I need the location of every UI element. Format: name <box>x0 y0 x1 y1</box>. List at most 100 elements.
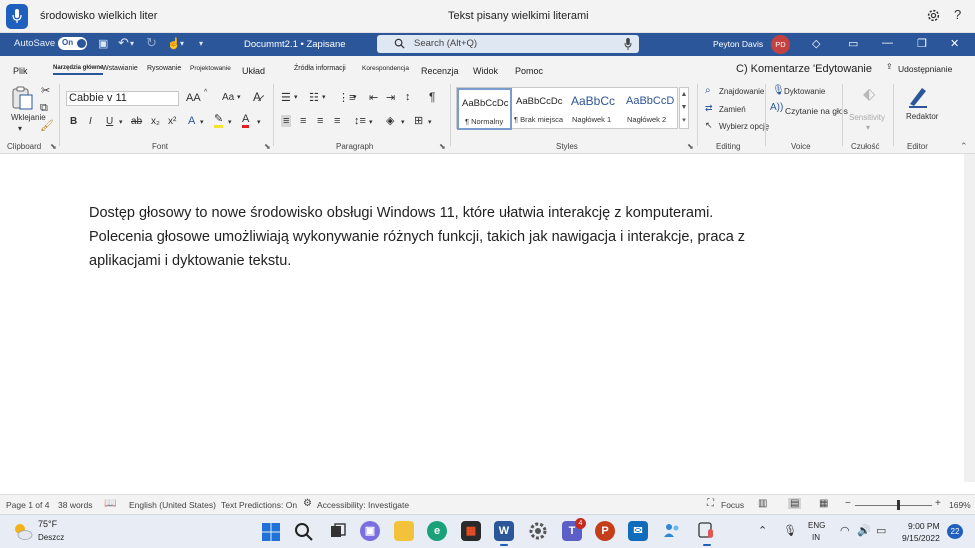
teams-chat-icon[interactable]: ▣ <box>360 521 380 541</box>
grow-font-button[interactable]: AA <box>186 92 201 104</box>
save-icon[interactable]: ▣ <box>98 37 108 50</box>
tab-rysowanie[interactable]: Rysowanie <box>147 65 181 72</box>
battery-icon[interactable]: ▭ <box>876 524 886 537</box>
language-indicator-line1[interactable]: ENG <box>808 521 825 530</box>
styles-scroll[interactable]: ▲ ▼ ▾ <box>679 87 689 129</box>
share-button[interactable]: Udostępnianie <box>898 64 952 74</box>
word-count[interactable]: 38 words <box>58 500 93 510</box>
store-icon[interactable]: ▦ <box>461 521 481 541</box>
format-painter-icon[interactable]: 🖌 <box>40 119 54 132</box>
align-left-icon[interactable]: ≡ <box>281 115 292 127</box>
bullets-dropdown-icon[interactable]: ▾ <box>294 93 298 101</box>
styles-down-icon[interactable]: ▼ <box>680 101 688 114</box>
shading-icon[interactable]: ◈ <box>386 114 394 127</box>
tab-projektowanie[interactable]: Projektowanie <box>190 65 231 72</box>
wifi-icon[interactable]: ◠ <box>840 524 850 537</box>
document-paragraph[interactable]: Dostęp głosowy to nowe środowisko obsług… <box>89 201 779 273</box>
accessibility-icon[interactable]: ⚙ <box>303 498 312 509</box>
language-indicator-line2[interactable]: IN <box>812 533 820 542</box>
notification-count-badge[interactable]: 22 <box>947 524 963 539</box>
clock-time[interactable]: 9:00 PM <box>908 521 940 531</box>
editor-button[interactable]: Redaktor <box>906 112 938 121</box>
restore-icon[interactable]: ❐ <box>917 37 927 50</box>
windows-start-icon[interactable] <box>261 522 281 542</box>
tab-recenzja[interactable]: Recenzja <box>421 66 459 76</box>
sort-icon[interactable]: ↕ <box>405 91 411 103</box>
autosave-toggle[interactable]: On <box>58 37 87 50</box>
text-effects-dropdown-icon[interactable]: ▾ <box>200 118 204 126</box>
file-explorer-icon[interactable] <box>394 521 414 541</box>
style-no-spacing[interactable]: AaBbCcDc ¶ Brak miejsca <box>513 88 568 130</box>
voice-access-app-icon[interactable] <box>697 521 717 546</box>
user-avatar[interactable]: PD <box>771 35 790 54</box>
document-canvas[interactable]: Dostęp głosowy to nowe środowisko obsług… <box>0 154 964 482</box>
styles-up-icon[interactable]: ▲ <box>680 88 688 101</box>
proofing-icon[interactable]: 📖 <box>104 498 116 509</box>
focus-button[interactable]: Focus <box>721 500 744 510</box>
touch-mode-icon[interactable]: ☝ <box>167 37 181 50</box>
people-icon[interactable] <box>662 521 682 541</box>
tab-zrodla-informacji[interactable]: Źródła informacji <box>294 65 346 72</box>
style-heading-2[interactable]: AaBbCcD Nagłówek 2 <box>624 88 679 130</box>
numbering-dropdown-icon[interactable]: ▾ <box>322 93 326 101</box>
redo-icon[interactable]: ↻ <box>146 35 157 51</box>
weather-sun-cloud-icon[interactable] <box>12 521 34 541</box>
focus-icon[interactable]: ⛶ <box>707 498 714 509</box>
line-spacing-icon[interactable]: ↕≡ <box>354 115 366 127</box>
show-hidden-icons-icon[interactable]: ⌃ <box>758 524 767 537</box>
style-heading-1[interactable]: AaBbCc Nagłówek 1 <box>568 88 623 130</box>
show-marks-button[interactable]: ¶ <box>429 90 435 104</box>
settings-icon[interactable] <box>528 521 548 541</box>
strikethrough-button[interactable]: ab <box>131 116 142 127</box>
increase-indent-icon[interactable]: ⇥ <box>386 91 395 104</box>
bullets-icon[interactable]: ☰ <box>281 91 291 104</box>
undo-icon[interactable]: ↶ <box>118 35 129 51</box>
voice-settings-gear-icon[interactable] <box>926 8 941 28</box>
underline-button[interactable]: U <box>106 116 113 127</box>
task-view-icon[interactable] <box>328 521 348 541</box>
undo-dropdown-icon[interactable]: ▾ <box>130 39 134 48</box>
dictate-icon[interactable]: 🎙 <box>772 85 785 96</box>
zoom-out-button[interactable]: − <box>845 498 851 509</box>
voice-help-button[interactable]: ? <box>954 7 961 22</box>
touch-dropdown-icon[interactable]: ▾ <box>180 39 184 48</box>
comments-editing-button[interactable]: C) Komentarze 'Edytowanie <box>736 63 872 75</box>
styles-more-icon[interactable]: ▾ <box>680 114 688 127</box>
superscript-button[interactable]: x² <box>168 116 176 127</box>
zoom-level[interactable]: 169% <box>949 500 971 510</box>
borders-icon[interactable]: ⊞ <box>414 114 423 127</box>
web-layout-icon[interactable]: ▦ <box>819 498 828 509</box>
user-name[interactable]: Peyton Davis <box>713 39 763 49</box>
document-title[interactable]: Docummt2.1 • Zapisane <box>244 39 346 50</box>
tab-uklad[interactable]: Układ <box>242 66 265 76</box>
tab-pomoc[interactable]: Pomoc <box>515 66 543 76</box>
paste-icon[interactable] <box>11 86 33 110</box>
find-icon[interactable]: ⌕ <box>705 85 711 96</box>
justify-icon[interactable]: ≡ <box>334 115 340 127</box>
multilevel-dropdown-icon[interactable]: ▾ <box>353 93 357 101</box>
microphone-tray-icon[interactable]: 🎙 <box>783 524 797 537</box>
tab-plik[interactable]: Plik <box>13 66 28 76</box>
edge-browser-icon[interactable]: e <box>427 521 447 541</box>
align-center-icon[interactable]: ≡ <box>300 115 306 127</box>
share-icon[interactable]: ⇪ <box>886 62 893 71</box>
styles-launcher-icon[interactable]: ⬊ <box>687 142 694 151</box>
change-case-dropdown-icon[interactable]: ▾ <box>237 93 241 101</box>
collapse-ribbon-icon[interactable]: ⌃ <box>960 141 968 152</box>
replace-icon[interactable]: ⇄ <box>705 103 713 114</box>
editor-icon[interactable] <box>907 84 929 108</box>
italic-button[interactable]: I <box>89 116 92 127</box>
text-effects-button[interactable]: A <box>188 115 195 127</box>
search-box[interactable]: Search (Alt+Q) <box>377 35 639 53</box>
vertical-scrollbar[interactable] <box>964 154 975 482</box>
shading-dropdown-icon[interactable]: ▾ <box>401 118 405 126</box>
clock-date[interactable]: 9/15/2022 <box>902 533 940 543</box>
font-launcher-icon[interactable]: ⬊ <box>264 142 271 151</box>
copy-icon[interactable]: ⧉ <box>40 102 48 115</box>
borders-dropdown-icon[interactable]: ▾ <box>428 118 432 126</box>
page-count[interactable]: Page 1 of 4 <box>6 500 49 510</box>
voice-access-mic-button[interactable] <box>6 4 28 29</box>
volume-icon[interactable]: 🔊 <box>857 524 871 537</box>
zoom-in-button[interactable]: + <box>935 498 941 509</box>
select-button[interactable]: Wybierz opcję <box>719 122 769 131</box>
